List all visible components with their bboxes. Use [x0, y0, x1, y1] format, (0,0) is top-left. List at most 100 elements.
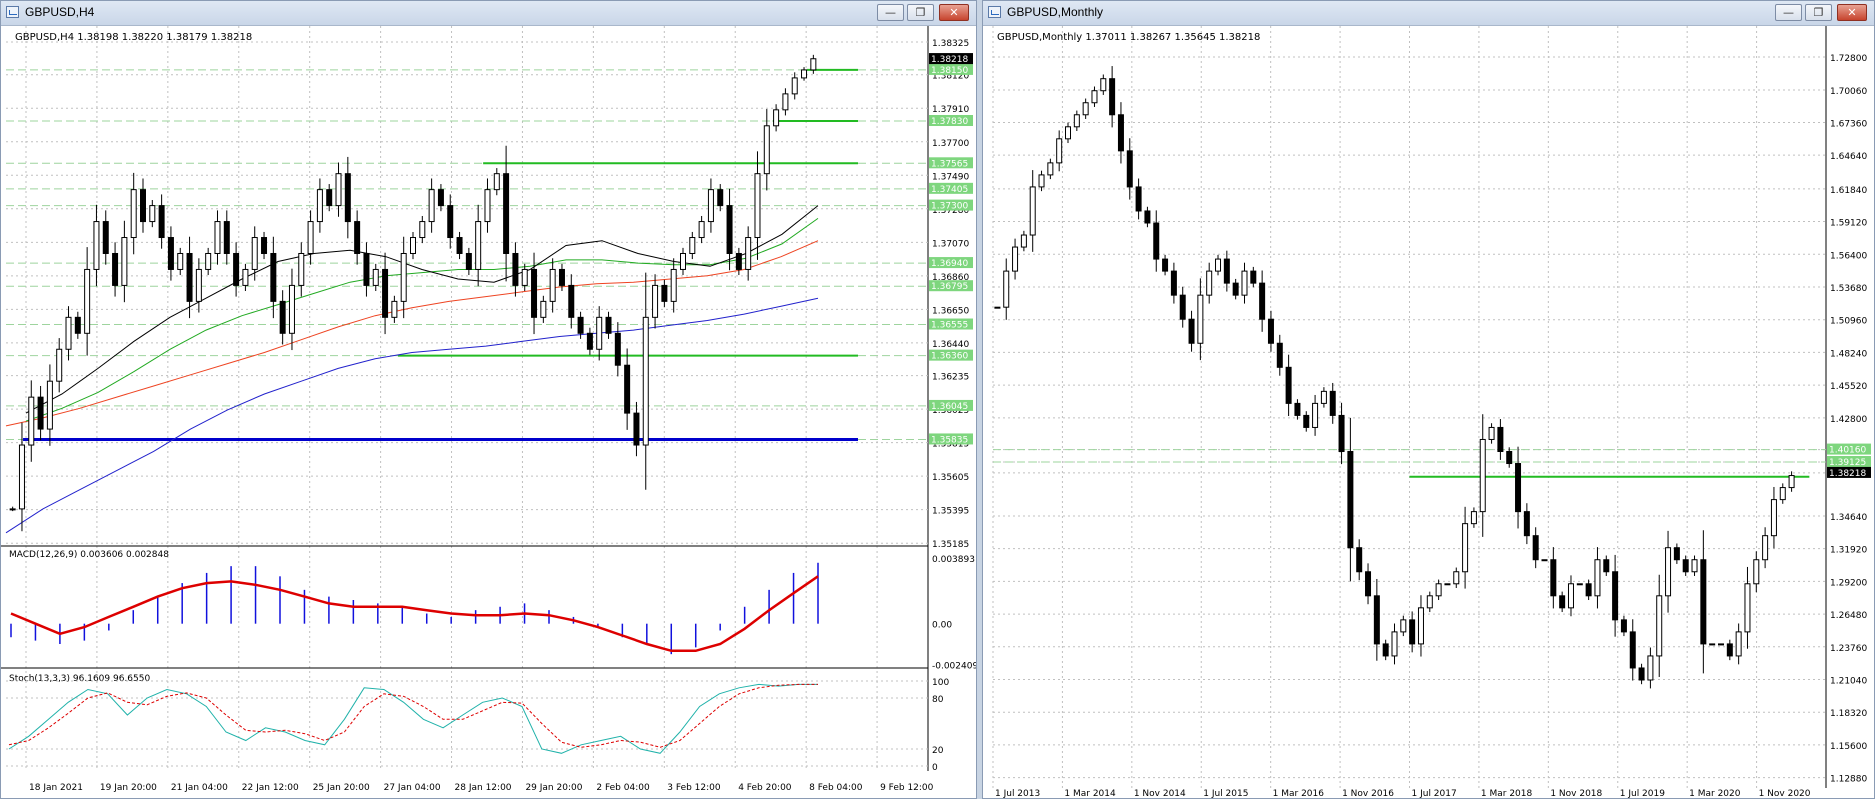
monthly-candle-body — [1012, 246, 1019, 272]
h4-y-tick-label: 1.35395 — [932, 507, 969, 517]
monthly-candle-body — [1197, 294, 1204, 344]
monthly-candle-body — [1594, 559, 1601, 597]
h4-candle-body — [400, 252, 407, 302]
monthly-candle-body — [1726, 643, 1733, 657]
macd-y-tick-label: 0.00 — [932, 621, 952, 631]
monthly-candle-body — [1003, 270, 1010, 308]
stoch-y-tick-label: 20 — [932, 746, 944, 756]
monthly-candle-body — [1462, 523, 1469, 573]
h4-candle-body — [84, 268, 91, 334]
h4-level-label: 1.36795 — [931, 282, 968, 292]
h4-candle-body — [810, 58, 817, 71]
h4-candle-body — [233, 252, 240, 286]
monthly-x-tick-label: 1 Nov 2018 — [1550, 789, 1602, 799]
h4-title-bar[interactable]: GBPUSD,H4 — ❐ ✕ — [1, 1, 976, 26]
h4-candle-body — [18, 444, 25, 510]
monthly-y-tick-label: 1.53680 — [1830, 284, 1867, 294]
h4-y-tick-label: 1.37700 — [932, 139, 969, 149]
h4-candle-body — [121, 237, 128, 286]
monthly-y-tick-label: 1.18320 — [1830, 709, 1867, 719]
h4-chart[interactable]: 1.383251.381201.379101.377001.374901.372… — [1, 26, 977, 799]
stoch-y-tick-label: 100 — [932, 678, 949, 688]
h4-y-tick-label: 1.35185 — [932, 540, 969, 550]
h4-y-tick-label: 1.37070 — [932, 239, 969, 249]
monthly-candle-body — [1567, 583, 1574, 609]
h4-candle-body — [735, 252, 742, 270]
restore-button[interactable]: ❐ — [1805, 4, 1832, 21]
h4-x-tick-label: 25 Jan 20:00 — [313, 783, 370, 793]
monthly-x-tick-label: 1 Nov 2014 — [1134, 789, 1186, 799]
h4-level-label: 1.36360 — [931, 352, 968, 362]
close-button[interactable]: ✕ — [1837, 4, 1867, 21]
monthly-level-label: 1.40160 — [1829, 446, 1866, 456]
monthly-y-tick-label: 1.59120 — [1830, 219, 1867, 229]
monthly-chart-header: GBPUSD,Monthly 1.37011 1.38267 1.35645 1… — [997, 32, 1260, 43]
h4-candle-body — [186, 252, 193, 302]
monthly-candle-body — [1673, 547, 1680, 561]
monthly-candle-body — [1312, 402, 1319, 428]
monthly-candle-body — [1717, 643, 1724, 646]
monthly-candle-body — [1365, 571, 1372, 597]
monthly-y-tick-label: 1.72800 — [1830, 54, 1867, 64]
monthly-y-tick-label: 1.42800 — [1830, 415, 1867, 425]
h4-candle-body — [223, 221, 230, 254]
monthly-candle-body — [1144, 210, 1151, 224]
monthly-y-tick-label: 1.15600 — [1830, 742, 1867, 752]
monthly-title-bar[interactable]: GBPUSD,Monthly — ❐ ✕ — [983, 1, 1874, 26]
h4-candle-body — [354, 221, 361, 254]
monthly-candle-body — [1444, 583, 1451, 586]
restore-button[interactable]: ❐ — [907, 4, 934, 21]
h4-candle-body — [726, 205, 733, 254]
h4-candle-body — [74, 316, 81, 334]
chart-window-icon — [6, 6, 19, 18]
monthly-candle-body — [1215, 258, 1222, 272]
monthly-window-title: GBPUSD,Monthly — [1007, 5, 1104, 19]
h4-candle-body — [754, 173, 761, 239]
monthly-x-tick-label: 1 Jul 2017 — [1412, 789, 1457, 799]
monthly-candle-body — [1479, 438, 1486, 513]
h4-candle-body — [465, 252, 472, 270]
h4-candle-body — [112, 252, 119, 286]
h4-x-tick-label: 21 Jan 04:00 — [171, 783, 228, 793]
monthly-candle-body — [1620, 619, 1627, 633]
h4-candle-body — [37, 396, 44, 430]
h4-candle-body — [279, 300, 286, 334]
h4-candle-body — [493, 173, 500, 191]
monthly-y-tick-label: 1.21040 — [1830, 677, 1867, 687]
macd-label: MACD(12,26,9) 0.003606 0.002848 — [9, 550, 169, 560]
h4-candle-body — [801, 69, 808, 79]
close-button[interactable]: ✕ — [939, 4, 969, 21]
monthly-candle-body — [1753, 559, 1760, 585]
monthly-candle-body — [1206, 270, 1213, 296]
h4-candle-body — [456, 237, 463, 254]
monthly-chart[interactable]: 1.72800 1.70060 1.67360 1.64640 1.61840 1.591… — [983, 26, 1875, 799]
h4-y-tick-label: 1.36440 — [932, 340, 969, 350]
h4-candle-body — [391, 300, 398, 318]
monthly-candle-body — [1117, 114, 1124, 152]
h4-candle-body — [614, 332, 621, 366]
monthly-current-price-label: 1.38218 — [1829, 469, 1866, 479]
monthly-candle-body — [1735, 631, 1742, 657]
h4-candle-body — [298, 252, 305, 286]
monthly-y-tick-label: 1.50960 — [1830, 317, 1867, 327]
monthly-candle-body — [1153, 222, 1160, 260]
monthly-level-label: 1.39125 — [1829, 458, 1866, 468]
h4-candle-body — [512, 252, 519, 286]
monthly-candle-body — [1541, 559, 1548, 562]
h4-candle-body — [326, 189, 333, 207]
monthly-x-tick-label: 1 Mar 2018 — [1481, 789, 1533, 799]
monthly-y-tick-label: 1.29200 — [1830, 578, 1867, 588]
h4-x-tick-label: 9 Feb 12:00 — [880, 783, 934, 793]
h4-candle-body — [214, 221, 221, 254]
monthly-candle-body — [1691, 559, 1698, 573]
monthly-y-tick-label: 1.64640 — [1830, 152, 1867, 162]
monthly-candle-body — [1056, 138, 1063, 164]
monthly-candle-body — [1453, 571, 1460, 585]
h4-candle-body — [307, 221, 314, 254]
h4-candle-body — [773, 109, 780, 127]
minimize-button[interactable]: — — [877, 4, 904, 21]
minimize-button[interactable]: — — [1775, 4, 1802, 21]
h4-candle-body — [633, 412, 640, 446]
h4-candle-body — [745, 237, 752, 270]
h4-x-tick-label: 4 Feb 20:00 — [738, 783, 792, 793]
